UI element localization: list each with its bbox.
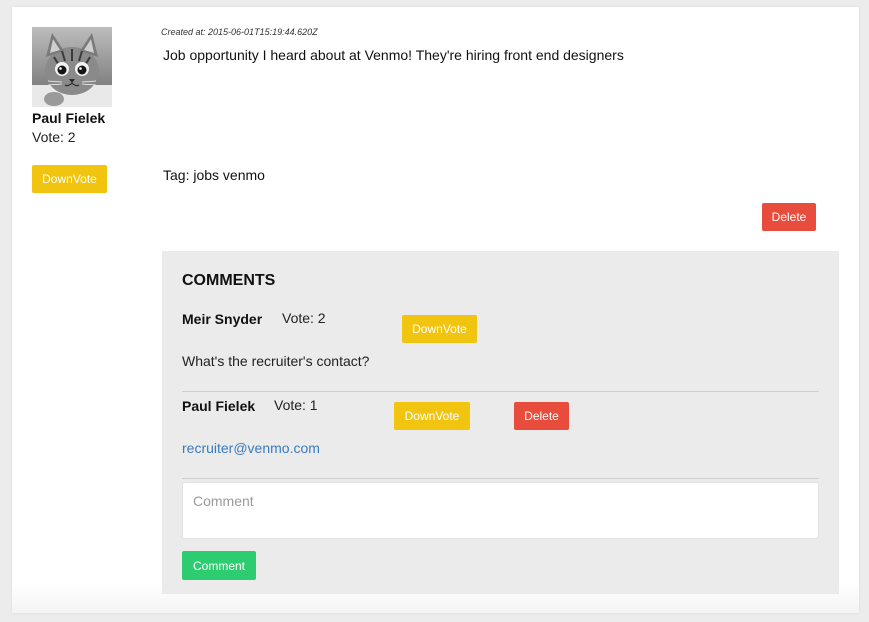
kitten-photo-icon <box>32 27 112 107</box>
author-avatar <box>32 27 112 107</box>
comment-input[interactable] <box>182 482 819 539</box>
comment-downvote-button[interactable]: DownVote <box>394 402 470 430</box>
comment-vote-count: Vote: 2 <box>282 310 326 326</box>
post-tag: Tag: jobs venmo <box>163 167 265 183</box>
post-vote-count: Vote: 2 <box>32 129 76 145</box>
comment-vote-count: Vote: 1 <box>274 397 318 413</box>
comment-text: What's the recruiter's contact? <box>182 353 370 369</box>
post-created-at: Created at: 2015-06-01T15:19:44.620Z <box>161 27 318 37</box>
post-author-name: Paul Fielek <box>32 110 106 126</box>
comments-section: COMMENTS Meir Snyder Vote: 2 DownVote Wh… <box>162 251 839 594</box>
comments-title: COMMENTS <box>182 272 276 289</box>
comment-email-link[interactable]: recruiter@venmo.com <box>182 440 320 456</box>
comment-delete-button[interactable]: Delete <box>514 402 569 430</box>
comment-downvote-button[interactable]: DownVote <box>402 315 477 343</box>
comment-submit-button[interactable]: Comment <box>182 551 256 580</box>
comment-author: Paul Fielek <box>182 398 256 414</box>
post-delete-button[interactable]: Delete <box>762 203 816 231</box>
comment-divider <box>182 478 819 479</box>
comment-divider <box>182 391 819 392</box>
post-downvote-button[interactable]: DownVote <box>32 165 107 193</box>
post-body-text: Job opportunity I heard about at Venmo! … <box>163 47 624 63</box>
comment-author: Meir Snyder <box>182 311 263 327</box>
post-card: Paul Fielek Vote: 2 DownVote Created at:… <box>12 7 859 613</box>
